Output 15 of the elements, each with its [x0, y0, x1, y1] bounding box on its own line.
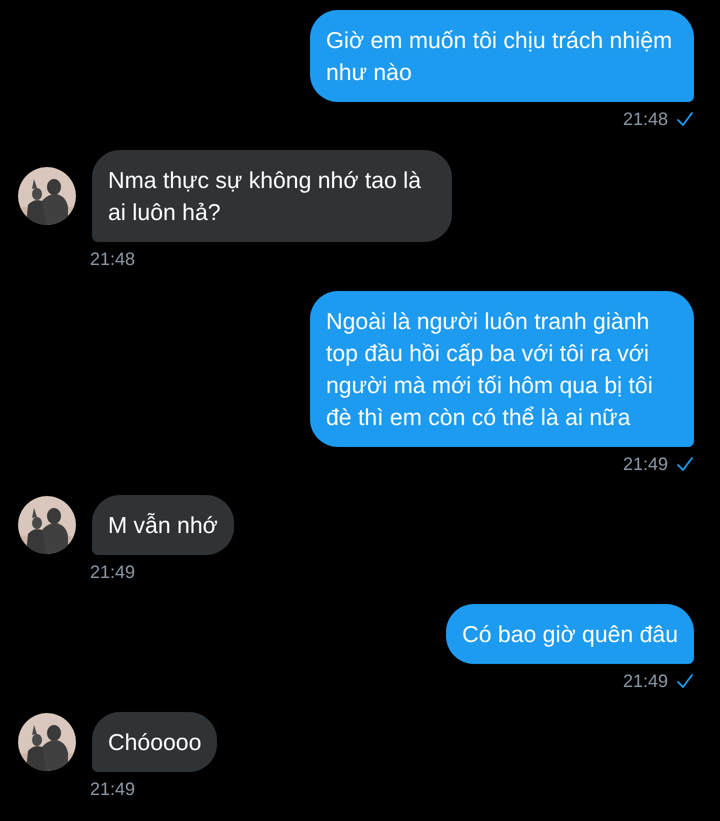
message-bubble: M vẫn nhớ — [92, 495, 234, 555]
message-time: 21:48 — [622, 108, 668, 130]
message-bubble: Có bao giờ quên đâu — [446, 604, 694, 664]
message-bubble: Chóoooo — [92, 712, 218, 772]
message-time: 21:49 — [90, 778, 136, 801]
message-time: 21:49 — [622, 452, 668, 476]
check-icon — [676, 111, 694, 127]
message-bubble: Giờ em muốn tôi chịu trách nhiệm như nào — [310, 10, 694, 102]
message-time: 21:49 — [90, 561, 136, 584]
message-time: 21:49 — [622, 670, 668, 692]
message-time: 21:48 — [90, 248, 136, 271]
check-icon — [676, 673, 694, 689]
message-bubble: Nma thực sự không nhớ tao là ai luôn hả? — [92, 150, 452, 242]
check-icon — [676, 456, 694, 472]
message-bubble: Ngoài là người luôn tranh giành top đầu hồi cấp ba với tôi ra với người mà mới tối hôm qua bị tôi đè thì em còn có thể là ai nữa — [310, 291, 694, 447]
